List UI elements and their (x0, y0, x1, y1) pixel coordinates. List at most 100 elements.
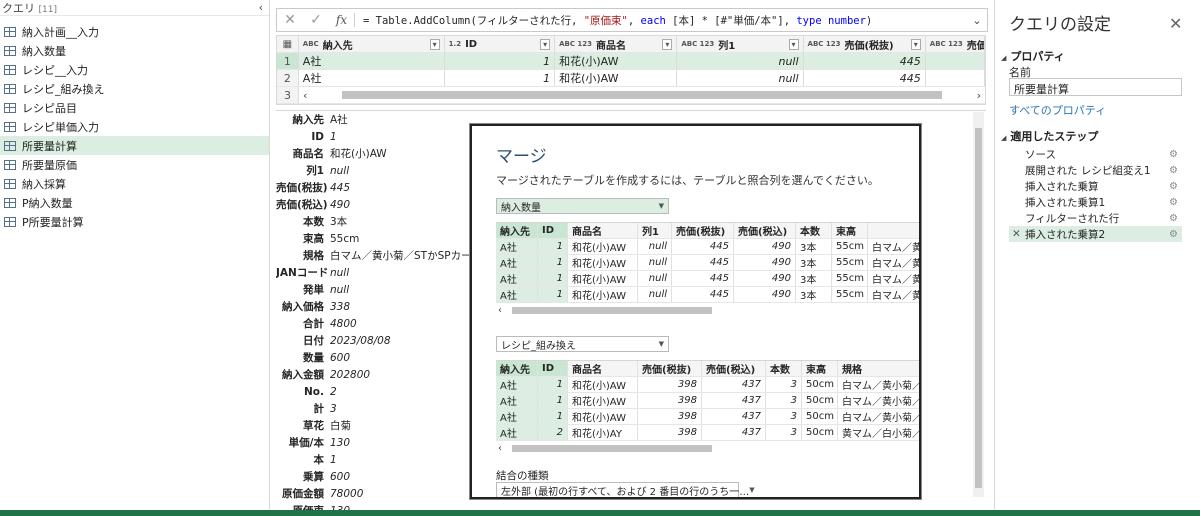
preview-column-header[interactable]: 売価(税抜) (672, 223, 734, 238)
preview-column-header[interactable]: 本数 (796, 223, 832, 238)
column-type-icon[interactable]: ABC (303, 40, 319, 48)
preview-column-header[interactable]: 本数 (766, 361, 802, 376)
column-header[interactable]: ABC 123 売価(税抜) ▾ (804, 36, 926, 52)
first-table-select[interactable]: 納入数量 ▼ (496, 198, 669, 214)
column-type-icon[interactable]: ABC 123 (559, 40, 592, 48)
properties-heading[interactable]: プロパティ (1001, 48, 1064, 64)
gear-icon[interactable]: ⚙ (1169, 197, 1178, 208)
horizontal-scrollbar[interactable]: ‹ (496, 441, 919, 455)
grid-cell[interactable]: 1 (444, 53, 556, 69)
vertical-scrollbar[interactable] (973, 112, 984, 497)
grid-row[interactable]: 1 A社 1 和花(小)AW null 445 (277, 53, 985, 70)
column-filter-dropdown-icon[interactable]: ▾ (429, 38, 440, 50)
horizontal-scrollbar[interactable]: ‹ (496, 303, 919, 317)
query-item[interactable]: 納入計画__入力 (0, 22, 269, 41)
scroll-left-icon[interactable]: ‹ (303, 89, 307, 102)
query-item[interactable]: P所要量計算 (0, 212, 269, 231)
all-properties-link[interactable]: すべてのプロパティ (1009, 102, 1106, 118)
column-filter-dropdown-icon[interactable]: ▾ (910, 38, 921, 50)
column-header[interactable]: ABC 123 商品名 ▾ (555, 36, 678, 52)
column-type-icon[interactable]: 1.2 (449, 40, 461, 48)
preview-column-header[interactable] (868, 223, 919, 238)
gear-icon[interactable]: ⚙ (1169, 165, 1178, 176)
preview-column-header[interactable]: 規格 (838, 361, 919, 376)
preview-column-header[interactable]: 納入先 (496, 361, 538, 376)
preview-column-header[interactable]: 商品名 (568, 223, 638, 238)
preview-column-header[interactable]: ID (538, 223, 568, 238)
column-type-icon[interactable]: ABC 123 (930, 40, 963, 48)
applied-step[interactable]: 挿入された乗算1 ⚙ (1009, 194, 1182, 210)
preview-column-header[interactable]: 商品名 (568, 361, 638, 376)
query-item[interactable]: 所要量原価 (0, 155, 269, 174)
scroll-right-icon[interactable]: › (977, 89, 981, 102)
column-filter-dropdown-icon[interactable]: ▾ (540, 38, 551, 50)
query-item[interactable]: P納入数量 (0, 193, 269, 212)
second-table-select[interactable]: レシピ_組み換え ▼ (496, 336, 669, 352)
expand-formula-chevron-icon[interactable]: ⌄ (967, 14, 987, 27)
grid-cell[interactable]: 和花(小)AW (555, 53, 678, 69)
grid-cell[interactable] (925, 53, 985, 69)
column-type-icon[interactable]: ABC 123 (681, 40, 714, 48)
column-type-icon[interactable]: ABC 123 (808, 40, 841, 48)
gear-icon[interactable]: ⚙ (1169, 229, 1178, 240)
horizontal-scrollbar[interactable]: ‹ › (299, 87, 985, 103)
preview-column-header[interactable]: 列1 (638, 223, 672, 238)
join-kind-select[interactable]: 左外部 (最初の行すべて、および 2 番目の行のうち一… ▼ (496, 482, 755, 497)
applied-step[interactable]: 展開された レシピ組変え1 ⚙ (1009, 162, 1182, 178)
confirm-icon[interactable]: ✓ (303, 12, 329, 28)
query-item[interactable]: レシピ__入力 (0, 60, 269, 79)
query-item[interactable]: 納入採算 (0, 174, 269, 193)
preview-column-header[interactable]: 束高 (832, 223, 868, 238)
column-header[interactable]: ABC 納入先 ▾ (299, 36, 445, 52)
query-item[interactable]: レシピ単価入力 (0, 117, 269, 136)
formula-input[interactable]: = Table.AddColumn(フィルターされた行, "原価束", each… (355, 13, 967, 28)
grid-cell[interactable] (926, 70, 985, 86)
row-number[interactable]: 2 (277, 70, 299, 86)
column-header[interactable]: 1.2 ID ▾ (445, 36, 556, 52)
applied-step[interactable]: 挿入された乗算 ⚙ (1009, 178, 1182, 194)
collapse-chevron-icon[interactable]: ‹ (259, 1, 263, 14)
scrollbar-thumb[interactable] (342, 91, 942, 99)
delete-step-icon[interactable]: ✕ (1012, 228, 1021, 240)
preview-column-header[interactable]: 売価(税込) (734, 223, 796, 238)
applied-steps-heading[interactable]: 適用したステップ (1001, 128, 1098, 144)
grid-cell[interactable]: 和花(小)AW (555, 70, 678, 86)
grid-cell[interactable]: 1 (445, 70, 556, 86)
scrollbar-thumb[interactable] (975, 128, 982, 488)
column-filter-dropdown-icon[interactable]: ▾ (662, 38, 673, 50)
gear-icon[interactable]: ⚙ (1169, 149, 1178, 160)
row-number[interactable]: 1 (277, 53, 299, 69)
grid-cell[interactable]: 445 (803, 53, 926, 69)
gear-icon[interactable]: ⚙ (1169, 213, 1178, 224)
scrollbar-thumb[interactable] (512, 444, 712, 452)
grid-row[interactable]: 2 A社 1 和花(小)AW null 445 (277, 70, 985, 87)
grid-cell[interactable]: null (677, 53, 804, 69)
scroll-left-icon[interactable]: ‹ (498, 443, 502, 454)
preview-column-header[interactable]: 売価(税抜) (638, 361, 702, 376)
scroll-left-icon[interactable]: ‹ (498, 305, 502, 316)
scrollbar-thumb[interactable] (512, 306, 712, 314)
table-menu-icon[interactable]: ▦ (277, 36, 299, 52)
preview-column-header[interactable]: 束高 (802, 361, 838, 376)
grid-cell[interactable]: null (677, 70, 804, 86)
preview-column-header[interactable]: 売価(税込) (702, 361, 766, 376)
grid-cell[interactable]: 445 (804, 70, 926, 86)
gear-icon[interactable]: ⚙ (1169, 181, 1178, 192)
query-name-input[interactable]: 所要量計算 (1009, 78, 1182, 96)
applied-step[interactable]: フィルターされた行 ⚙ (1009, 210, 1182, 226)
grid-cell[interactable]: A社 (298, 53, 445, 69)
grid-cell[interactable]: A社 (299, 70, 445, 86)
query-item[interactable]: 納入数量 (0, 41, 269, 60)
close-icon[interactable]: ✕ (1169, 14, 1182, 33)
query-item[interactable]: レシピ_組み換え (0, 79, 269, 98)
preview-column-header[interactable]: 納入先 (496, 223, 538, 238)
fx-icon[interactable]: fx (329, 13, 355, 27)
query-item[interactable]: レシピ品目 (0, 98, 269, 117)
column-header[interactable]: ABC 123売価(税 (926, 36, 985, 52)
applied-step[interactable]: ✕ 挿入された乗算2 ⚙ (1009, 226, 1182, 242)
applied-step[interactable]: ソース ⚙ (1009, 146, 1182, 162)
column-header[interactable]: ABC 123 列1 ▾ (677, 36, 804, 52)
cancel-icon[interactable]: ✕ (277, 12, 303, 28)
query-item[interactable]: 所要量計算 (0, 136, 269, 155)
column-filter-dropdown-icon[interactable]: ▾ (788, 38, 799, 50)
